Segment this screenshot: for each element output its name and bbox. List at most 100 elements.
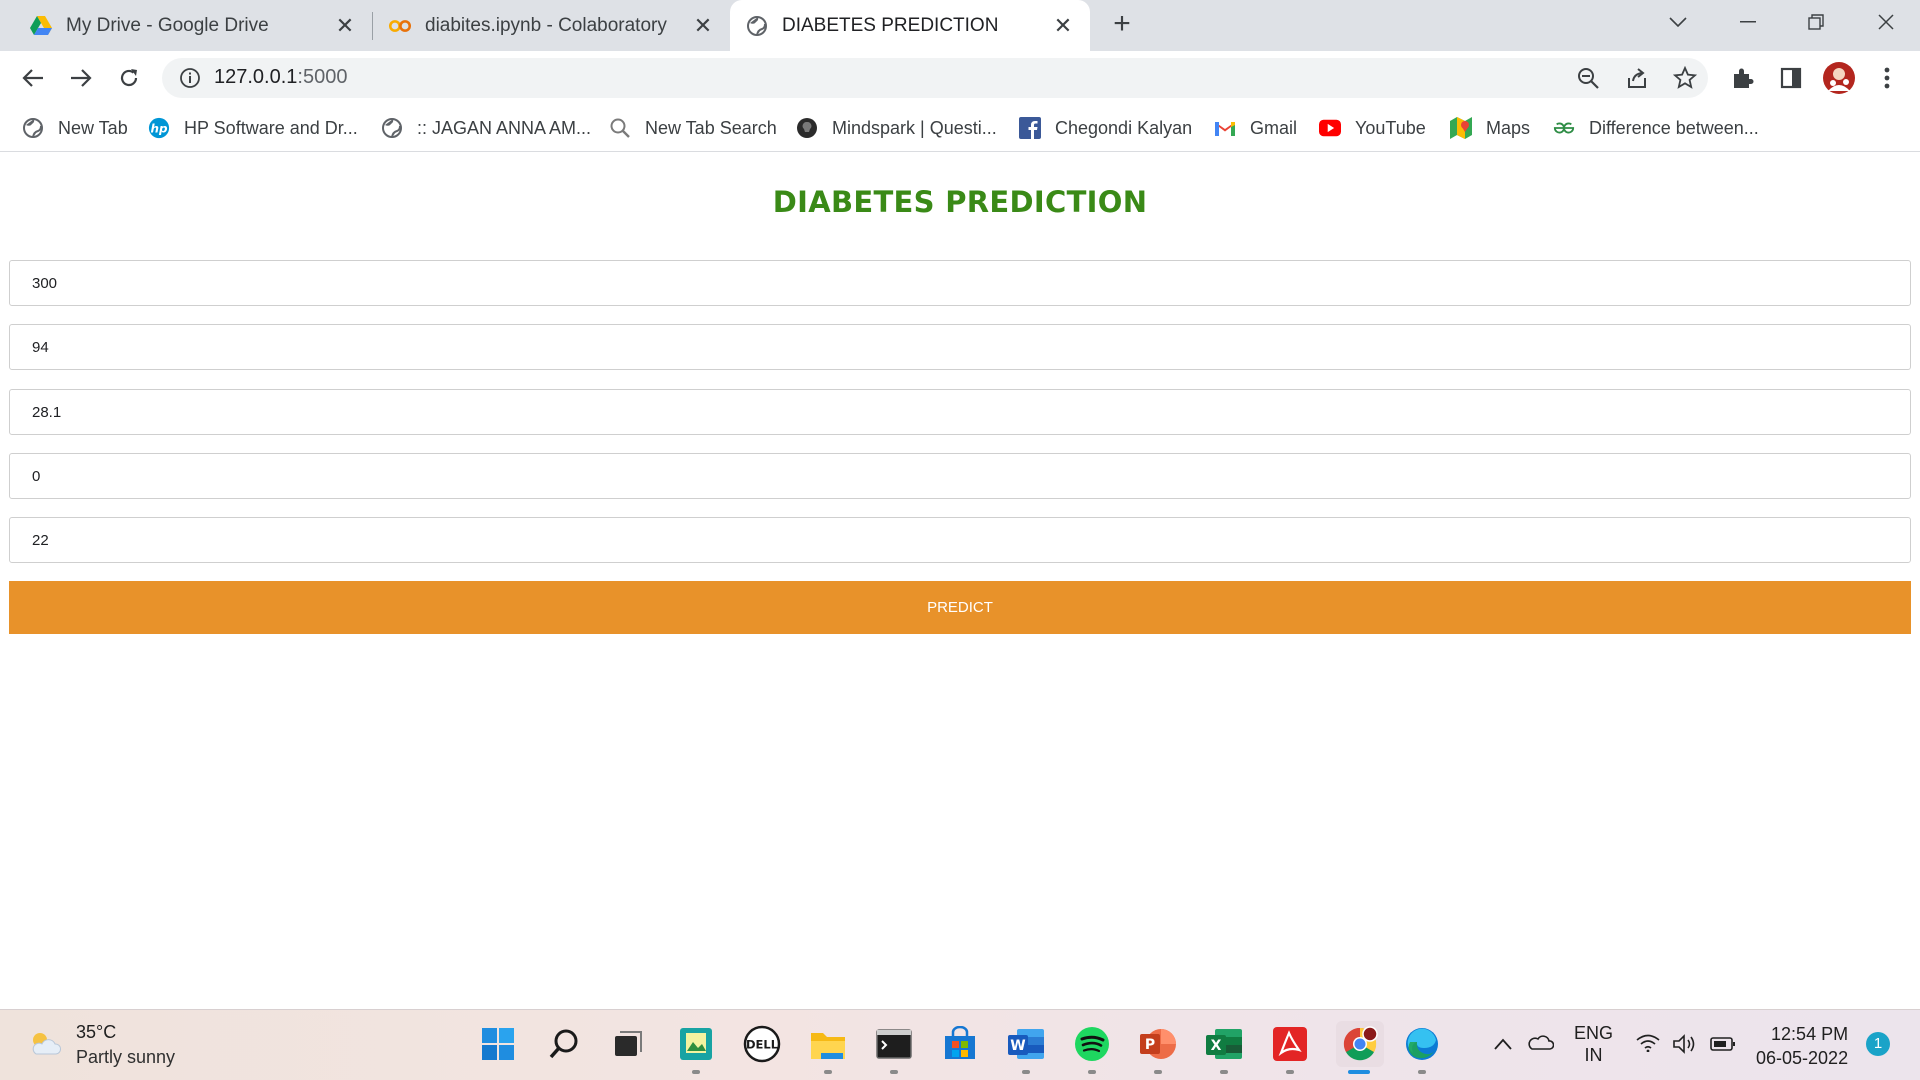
globe-icon (22, 117, 44, 139)
bookmarks-bar: New Tab hp HP Software and Dr... :: JAGA… (0, 104, 1920, 152)
forward-icon[interactable] (64, 61, 98, 95)
running-indicator (1022, 1070, 1030, 1074)
weather-widget[interactable]: 35°C Partly sunny (28, 1022, 175, 1068)
chevron-up-icon[interactable] (1494, 1034, 1512, 1055)
battery-icon[interactable] (1710, 1036, 1736, 1057)
new-tab-button[interactable]: + (1107, 9, 1137, 40)
windows-taskbar: 35°C Partly sunny DELL W P X ENG IN 12:5… (0, 1009, 1920, 1080)
tab-title: DIABETES PREDICTION (782, 14, 999, 36)
zoom-out-icon[interactable] (1576, 66, 1600, 90)
volume-icon[interactable] (1672, 1034, 1698, 1059)
search-icon[interactable] (544, 1024, 584, 1064)
bookmark-new-tab-search[interactable]: New Tab Search (609, 114, 777, 142)
tab-google-drive[interactable]: My Drive - Google Drive ✕ (0, 0, 372, 51)
geeksforgeeks-icon (1553, 117, 1575, 139)
reload-icon[interactable] (112, 61, 146, 95)
bookmark-label: Gmail (1250, 117, 1298, 138)
bookmark-youtube[interactable]: YouTube (1319, 114, 1426, 142)
bookmark-jagan-anna[interactable]: :: JAGAN ANNA AM... (381, 114, 591, 142)
powerpoint-icon[interactable]: P (1138, 1024, 1178, 1064)
url-port: :5000 (297, 66, 348, 88)
weather-temperature: 35°C (76, 1022, 117, 1042)
bookmark-mindspark[interactable]: Mindspark | Questi... (796, 114, 997, 142)
chrome-icon[interactable] (1336, 1021, 1384, 1067)
notification-badge[interactable]: 1 (1866, 1032, 1890, 1056)
facebook-icon (1019, 117, 1041, 139)
share-icon[interactable] (1625, 66, 1649, 90)
language-indicator[interactable]: ENG IN (1574, 1022, 1613, 1066)
running-indicator (1220, 1070, 1228, 1074)
bookmark-gmail[interactable]: Gmail (1214, 114, 1297, 142)
profile-avatar[interactable] (1822, 61, 1856, 95)
tab-title: My Drive - Google Drive (66, 14, 269, 36)
tab-diabetes-prediction[interactable]: DIABETES PREDICTION ✕ (730, 0, 1090, 51)
close-icon[interactable]: ✕ (692, 13, 714, 38)
running-indicator (692, 1070, 700, 1074)
windows-start-icon[interactable] (478, 1024, 518, 1064)
close-icon[interactable]: ✕ (1052, 13, 1074, 38)
language-code: ENG (1574, 1023, 1614, 1043)
input-field-4[interactable] (9, 453, 1911, 499)
extensions-icon[interactable] (1730, 65, 1756, 91)
tab-colab[interactable]: diabites.ipynb - Colaboratory ✕ (373, 0, 730, 51)
menu-kebab-icon[interactable] (1874, 65, 1900, 91)
bookmark-label: Maps (1486, 117, 1531, 138)
bookmark-label: Chegondi Kalyan (1055, 117, 1193, 138)
language-region: IN (1584, 1045, 1603, 1065)
running-indicator (890, 1070, 898, 1074)
bookmark-new-tab[interactable]: New Tab (22, 114, 128, 142)
excel-icon[interactable]: X (1204, 1024, 1244, 1064)
tab-search-icon[interactable] (1646, 0, 1710, 44)
bookmark-label: New Tab Search (645, 117, 777, 138)
word-icon[interactable]: W (1006, 1024, 1046, 1064)
bookmark-chegondi-kalyan[interactable]: Chegondi Kalyan (1019, 114, 1192, 142)
wifi-icon[interactable] (1636, 1034, 1660, 1057)
window-close-icon[interactable] (1854, 0, 1918, 44)
input-field-5[interactable] (9, 517, 1911, 563)
running-indicator (1418, 1070, 1426, 1074)
bookmark-label: :: JAGAN ANNA AM... (417, 117, 592, 138)
acrobat-icon[interactable] (1270, 1024, 1310, 1064)
task-view-icon[interactable] (608, 1024, 648, 1064)
photo-app-icon[interactable] (676, 1024, 716, 1064)
close-icon[interactable]: ✕ (334, 13, 356, 38)
input-field-3[interactable] (9, 389, 1911, 435)
file-explorer-icon[interactable] (808, 1024, 848, 1064)
running-indicator (1088, 1070, 1096, 1074)
onedrive-icon[interactable] (1528, 1034, 1555, 1055)
gmail-icon (1214, 117, 1236, 139)
dell-icon[interactable]: DELL (742, 1024, 782, 1064)
input-field-1[interactable] (9, 260, 1911, 306)
input-field-2[interactable] (9, 324, 1911, 370)
globe-icon (381, 117, 403, 139)
weather-condition: Partly sunny (76, 1047, 176, 1067)
hp-icon: hp (148, 117, 170, 139)
terminal-icon[interactable] (874, 1024, 914, 1064)
url-text: 127.0.0.1:5000 (214, 66, 347, 89)
bookmark-hp-software[interactable]: hp HP Software and Dr... (148, 114, 358, 142)
clock-time: 12:54 PM (1771, 1024, 1849, 1044)
edge-icon[interactable] (1402, 1024, 1442, 1064)
bookmark-label: New Tab (58, 117, 128, 138)
spotify-icon[interactable] (1072, 1024, 1112, 1064)
minimize-icon[interactable] (1716, 0, 1780, 44)
site-info-icon[interactable] (178, 66, 202, 90)
clock[interactable]: 12:54 PM 06-05-2022 (1756, 1022, 1848, 1070)
bookmark-label: Difference between... (1589, 117, 1759, 138)
address-bar[interactable]: 127.0.0.1:5000 (162, 58, 1708, 98)
svg-text:hp: hp (151, 122, 168, 136)
bookmark-star-icon[interactable] (1672, 65, 1698, 90)
running-indicator (824, 1070, 832, 1074)
side-panel-icon[interactable] (1778, 65, 1804, 91)
back-icon[interactable] (16, 61, 50, 95)
predict-button[interactable]: PREDICT (9, 581, 1911, 634)
mindspark-icon (796, 117, 818, 139)
restore-icon[interactable] (1784, 0, 1848, 44)
svg-text:DELL: DELL (746, 1038, 779, 1052)
microsoft-store-icon[interactable] (940, 1024, 980, 1064)
bookmark-maps[interactable]: Maps (1450, 114, 1530, 142)
maps-icon (1450, 117, 1472, 139)
bookmark-difference-between[interactable]: Difference between... (1553, 114, 1759, 142)
colab-icon (389, 15, 411, 37)
svg-text:X: X (1211, 1038, 1222, 1054)
